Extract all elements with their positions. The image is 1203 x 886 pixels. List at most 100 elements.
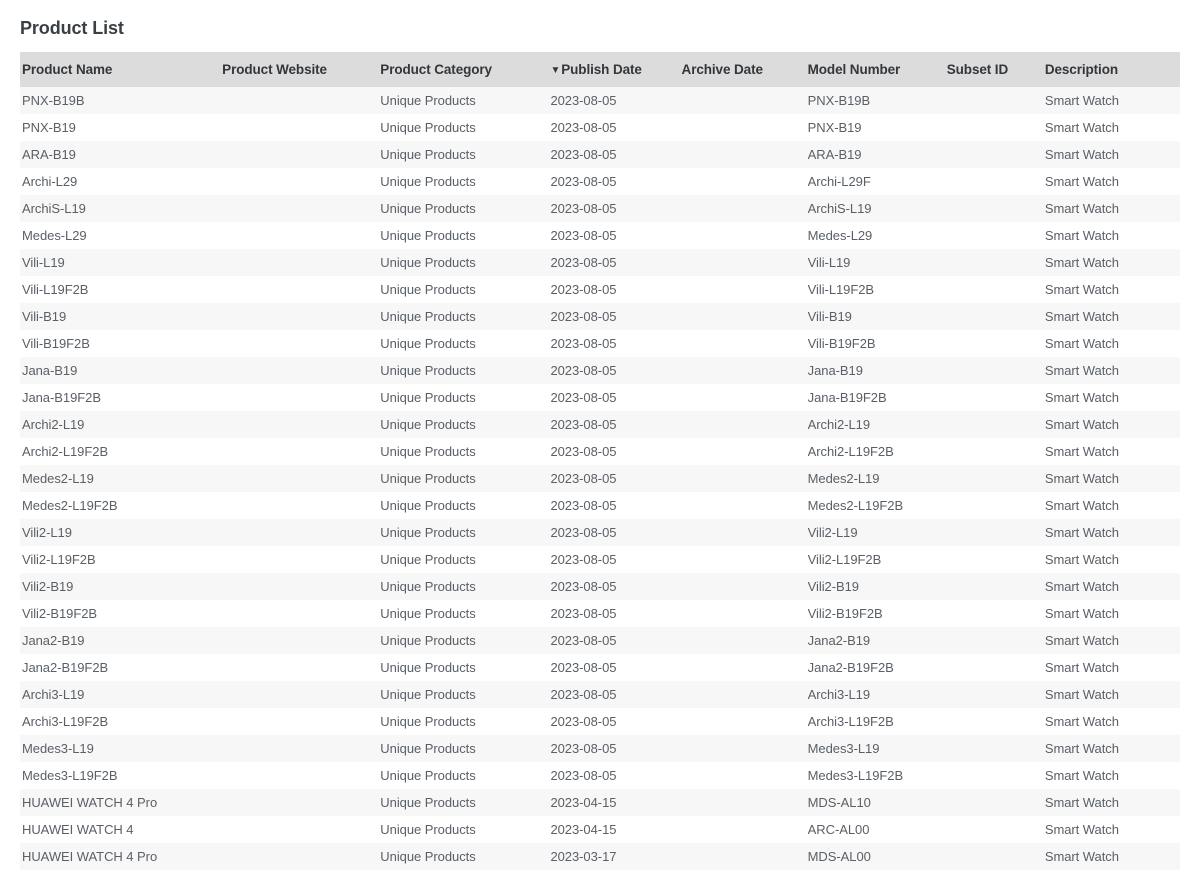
- cell-product-category: Unique Products: [380, 222, 550, 249]
- table-row[interactable]: Jana2-B19F2BUnique Products2023-08-05Jan…: [20, 654, 1180, 681]
- cell-archive-date: [682, 384, 808, 411]
- cell-publish-date: 2023-08-05: [550, 627, 681, 654]
- table-row[interactable]: Medes3-L19Unique Products2023-08-05Medes…: [20, 735, 1180, 762]
- column-header-label: Publish Date: [561, 62, 642, 77]
- column-header-label: Subset ID: [947, 62, 1008, 77]
- column-header-description[interactable]: Description: [1045, 52, 1180, 87]
- table-row[interactable]: HUAWEI WATCH 4 ProUnique Products2023-04…: [20, 789, 1180, 816]
- table-row[interactable]: Medes-L29Unique Products2023-08-05Medes-…: [20, 222, 1180, 249]
- table-row[interactable]: PNX-B19BUnique Products2023-08-05PNX-B19…: [20, 87, 1180, 114]
- cell-model-number: ARC-AL00: [808, 816, 947, 843]
- table-row[interactable]: Archi3-L19Unique Products2023-08-05Archi…: [20, 681, 1180, 708]
- cell-subset-id: [947, 222, 1045, 249]
- cell-description: Smart Watch: [1045, 492, 1180, 519]
- cell-description: Smart Watch: [1045, 600, 1180, 627]
- table-row[interactable]: Medes3-L19F2BUnique Products2023-08-05Me…: [20, 762, 1180, 789]
- cell-description: Smart Watch: [1045, 654, 1180, 681]
- table-row[interactable]: Vili-B19F2BUnique Products2023-08-05Vili…: [20, 330, 1180, 357]
- table-row[interactable]: Vili2-B19F2BUnique Products2023-08-05Vil…: [20, 600, 1180, 627]
- cell-product-name: Medes2-L19: [20, 465, 222, 492]
- column-header-product-category[interactable]: Product Category: [380, 52, 550, 87]
- product-table: Product Name Product Website Product Cat…: [20, 52, 1180, 870]
- table-row[interactable]: Medes2-L19F2BUnique Products2023-08-05Me…: [20, 492, 1180, 519]
- cell-product-category: Unique Products: [380, 465, 550, 492]
- table-row[interactable]: Archi2-L19Unique Products2023-08-05Archi…: [20, 411, 1180, 438]
- table-row[interactable]: PNX-B19Unique Products2023-08-05PNX-B19S…: [20, 114, 1180, 141]
- table-row[interactable]: Jana-B19Unique Products2023-08-05Jana-B1…: [20, 357, 1180, 384]
- column-header-publish-date[interactable]: ▼Publish Date: [550, 52, 681, 87]
- cell-archive-date: [682, 627, 808, 654]
- table-row[interactable]: Archi3-L19F2BUnique Products2023-08-05Ar…: [20, 708, 1180, 735]
- cell-product-website: [222, 438, 380, 465]
- cell-archive-date: [682, 141, 808, 168]
- cell-product-website: [222, 384, 380, 411]
- cell-archive-date: [682, 195, 808, 222]
- column-header-product-website[interactable]: Product Website: [222, 52, 380, 87]
- cell-model-number: Vili-L19: [808, 249, 947, 276]
- cell-product-name: Jana2-B19: [20, 627, 222, 654]
- cell-description: Smart Watch: [1045, 573, 1180, 600]
- cell-archive-date: [682, 735, 808, 762]
- cell-subset-id: [947, 195, 1045, 222]
- table-row[interactable]: Archi-L29Unique Products2023-08-05Archi-…: [20, 168, 1180, 195]
- cell-model-number: ArchiS-L19: [808, 195, 947, 222]
- cell-subset-id: [947, 843, 1045, 870]
- cell-product-name: Vili2-B19: [20, 573, 222, 600]
- table-row[interactable]: Vili2-B19Unique Products2023-08-05Vili2-…: [20, 573, 1180, 600]
- table-row[interactable]: HUAWEI WATCH 4 ProUnique Products2023-03…: [20, 843, 1180, 870]
- column-header-product-name[interactable]: Product Name: [20, 52, 222, 87]
- cell-publish-date: 2023-08-05: [550, 276, 681, 303]
- cell-model-number: Vili2-L19F2B: [808, 546, 947, 573]
- cell-subset-id: [947, 492, 1045, 519]
- table-row[interactable]: Jana-B19F2BUnique Products2023-08-05Jana…: [20, 384, 1180, 411]
- cell-subset-id: [947, 627, 1045, 654]
- cell-product-category: Unique Products: [380, 816, 550, 843]
- cell-description: Smart Watch: [1045, 168, 1180, 195]
- table-row[interactable]: Vili2-L19F2BUnique Products2023-08-05Vil…: [20, 546, 1180, 573]
- cell-description: Smart Watch: [1045, 330, 1180, 357]
- cell-product-website: [222, 330, 380, 357]
- table-row[interactable]: Jana2-B19Unique Products2023-08-05Jana2-…: [20, 627, 1180, 654]
- cell-subset-id: [947, 303, 1045, 330]
- cell-archive-date: [682, 573, 808, 600]
- table-row[interactable]: Archi2-L19F2BUnique Products2023-08-05Ar…: [20, 438, 1180, 465]
- cell-product-name: Vili2-L19F2B: [20, 546, 222, 573]
- table-row[interactable]: Vili-L19Unique Products2023-08-05Vili-L1…: [20, 249, 1180, 276]
- cell-publish-date: 2023-08-05: [550, 519, 681, 546]
- cell-model-number: Jana2-B19F2B: [808, 654, 947, 681]
- cell-subset-id: [947, 465, 1045, 492]
- cell-product-category: Unique Products: [380, 546, 550, 573]
- cell-product-website: [222, 735, 380, 762]
- table-row[interactable]: HUAWEI WATCH 4Unique Products2023-04-15A…: [20, 816, 1180, 843]
- cell-model-number: MDS-AL10: [808, 789, 947, 816]
- cell-archive-date: [682, 330, 808, 357]
- cell-description: Smart Watch: [1045, 249, 1180, 276]
- cell-publish-date: 2023-08-05: [550, 249, 681, 276]
- table-row[interactable]: Vili-B19Unique Products2023-08-05Vili-B1…: [20, 303, 1180, 330]
- cell-publish-date: 2023-08-05: [550, 114, 681, 141]
- column-header-model-number[interactable]: Model Number: [808, 52, 947, 87]
- table-row[interactable]: Medes2-L19Unique Products2023-08-05Medes…: [20, 465, 1180, 492]
- table-row[interactable]: ARA-B19Unique Products2023-08-05ARA-B19S…: [20, 141, 1180, 168]
- table-row[interactable]: ArchiS-L19Unique Products2023-08-05Archi…: [20, 195, 1180, 222]
- cell-description: Smart Watch: [1045, 735, 1180, 762]
- table-header-row: Product Name Product Website Product Cat…: [20, 52, 1180, 87]
- cell-publish-date: 2023-08-05: [550, 384, 681, 411]
- cell-product-website: [222, 654, 380, 681]
- table-row[interactable]: Vili2-L19Unique Products2023-08-05Vili2-…: [20, 519, 1180, 546]
- cell-product-category: Unique Products: [380, 141, 550, 168]
- table-row[interactable]: Vili-L19F2BUnique Products2023-08-05Vili…: [20, 276, 1180, 303]
- cell-product-name: Vili2-B19F2B: [20, 600, 222, 627]
- cell-publish-date: 2023-08-05: [550, 438, 681, 465]
- cell-model-number: Archi-L29F: [808, 168, 947, 195]
- cell-product-category: Unique Products: [380, 600, 550, 627]
- cell-product-category: Unique Products: [380, 357, 550, 384]
- cell-archive-date: [682, 762, 808, 789]
- cell-model-number: Medes-L29: [808, 222, 947, 249]
- cell-product-website: [222, 249, 380, 276]
- column-header-archive-date[interactable]: Archive Date: [682, 52, 808, 87]
- cell-description: Smart Watch: [1045, 384, 1180, 411]
- cell-product-website: [222, 411, 380, 438]
- cell-product-name: PNX-B19B: [20, 87, 222, 114]
- column-header-subset-id[interactable]: Subset ID: [947, 52, 1045, 87]
